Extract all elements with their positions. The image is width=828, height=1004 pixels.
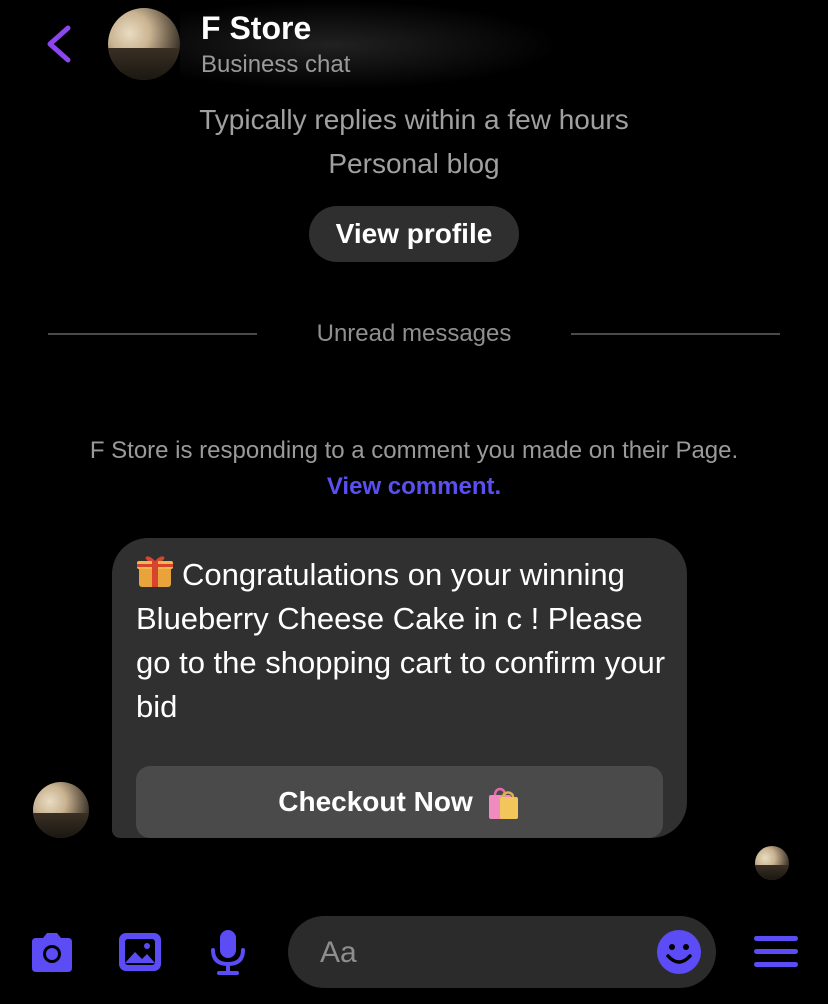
unread-divider-label: Unread messages bbox=[316, 320, 512, 347]
photo-icon bbox=[119, 933, 161, 971]
checkout-now-button[interactable]: Checkout Now bbox=[136, 766, 663, 838]
emoji-icon bbox=[657, 930, 701, 974]
view-profile-button[interactable]: View profile bbox=[309, 206, 519, 262]
message-composer bbox=[288, 916, 716, 990]
page-subtitle: Business chat bbox=[201, 51, 351, 78]
menu-button[interactable] bbox=[752, 934, 800, 970]
emoji-button[interactable] bbox=[656, 929, 702, 975]
microphone-button[interactable] bbox=[208, 928, 248, 976]
message-text-container: Congratulations on your winning Blueberr… bbox=[136, 553, 666, 729]
category-text: Personal blog bbox=[328, 148, 500, 179]
read-receipt-avatar bbox=[755, 846, 789, 880]
store-avatar[interactable] bbox=[108, 8, 180, 80]
message-input[interactable] bbox=[318, 916, 642, 990]
sender-avatar[interactable] bbox=[33, 782, 89, 838]
view-comment-link[interactable]: View comment. bbox=[0, 473, 828, 501]
message-text: Congratulations on your winning Blueberr… bbox=[136, 557, 666, 724]
reply-time-text: Typically replies within a few hours bbox=[199, 104, 629, 135]
checkout-button-label: Checkout Now bbox=[278, 786, 473, 817]
shopping-bags-icon bbox=[483, 783, 521, 821]
photo-button[interactable] bbox=[117, 930, 163, 974]
back-button[interactable] bbox=[40, 22, 80, 66]
gift-icon bbox=[136, 553, 174, 589]
page-title[interactable]: F Store bbox=[201, 10, 311, 47]
comment-context-notice: F Store is responding to a comment you m… bbox=[89, 437, 739, 464]
microphone-icon bbox=[211, 930, 245, 975]
chevron-left-icon bbox=[47, 25, 71, 63]
menu-icon bbox=[754, 936, 798, 967]
camera-button[interactable] bbox=[28, 930, 76, 974]
camera-icon bbox=[32, 933, 72, 972]
